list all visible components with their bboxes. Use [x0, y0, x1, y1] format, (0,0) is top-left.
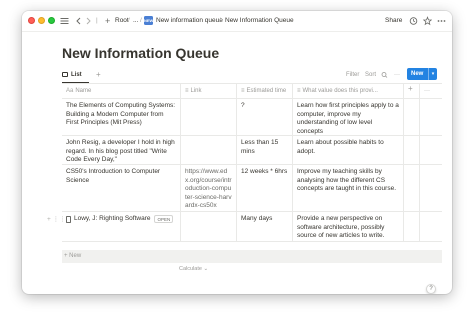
cell-empty [420, 99, 442, 135]
text-property-icon: ≡ [185, 88, 189, 94]
updates-clock-icon[interactable] [409, 15, 418, 27]
cell-empty [420, 165, 442, 211]
favorite-star-icon[interactable] [423, 15, 432, 27]
cell-name-text: Lowy, J: Righting Software [74, 215, 151, 222]
cell-empty [404, 165, 420, 211]
open-label: OPEN [157, 217, 171, 222]
more-view-options-icon[interactable]: ··· [394, 69, 400, 81]
tab-list-view[interactable]: List [62, 69, 82, 81]
table-row[interactable]: The Elements of Computing Systems: Build… [62, 99, 442, 136]
column-header-label: What value does this provi... [302, 88, 378, 94]
cell-name[interactable]: CS50's Introduction to Computer Science [62, 165, 181, 211]
cell-name[interactable]: The Elements of Computing Systems: Build… [62, 99, 181, 135]
column-header-name[interactable]: Aa Name [62, 84, 181, 98]
cell-value[interactable]: Learn about possible habits to adopt. [293, 136, 404, 164]
chevron-down-icon[interactable]: ▾ [428, 68, 437, 80]
database-table: Aa Name ≡ Link ≡ Estimated time ≡ What value… [47, 83, 442, 242]
new-item-label: New [411, 71, 424, 77]
cell-value[interactable]: Improve my teaching skills by analysing … [293, 165, 404, 211]
breadcrumb-separator: / [140, 17, 142, 24]
tab-list-label: List [71, 72, 82, 78]
cell-name[interactable]: Lowy, J: Righting Software OPEN [62, 212, 181, 241]
breadcrumb-ellipsis[interactable]: ... [133, 15, 138, 27]
column-header-estimated-time[interactable]: ≡ Estimated time [237, 84, 293, 98]
share-button[interactable]: Share [385, 15, 402, 27]
cell-empty [420, 136, 442, 164]
cell-empty [404, 212, 420, 241]
table-row[interactable]: CS50's Introduction to Computer Science … [62, 165, 442, 212]
cell-empty [404, 136, 420, 164]
text-property-icon: ≡ [297, 88, 301, 94]
breadcrumb-parent-page[interactable]: New information queue [156, 15, 223, 27]
table-header-row: Aa Name ≡ Link ≡ Estimated time ≡ What value… [62, 84, 442, 99]
cell-link[interactable] [181, 212, 237, 241]
page-title[interactable]: New Information Queue [62, 45, 219, 61]
sort-button[interactable]: Sort [365, 69, 376, 81]
divider-bar: | [96, 17, 98, 24]
breadcrumb-root[interactable]: Root [115, 15, 129, 27]
column-more-icon[interactable]: ··· [420, 84, 442, 98]
cell-link[interactable] [181, 136, 237, 164]
row-drag-handle[interactable]: + ⋮⋮ [47, 215, 66, 223]
cell-link[interactable]: https://www.edx.org/course/introduction-… [181, 165, 237, 211]
list-view-icon [62, 71, 68, 77]
document-icon [66, 216, 71, 223]
calculate-label: Calculate [179, 266, 202, 272]
cell-link[interactable] [181, 99, 237, 135]
text-property-icon: Aa [66, 88, 74, 94]
add-view-icon[interactable]: + [96, 69, 101, 81]
more-options-icon[interactable] [437, 15, 446, 27]
column-header-label: Name [75, 88, 92, 94]
cell-empty [404, 99, 420, 135]
view-bar: List + Filter Sort ··· New ▾ [62, 67, 437, 84]
table-row[interactable]: John Resig, a developer I hold in high r… [62, 136, 442, 165]
sidebar-toggle-icon[interactable] [60, 15, 69, 27]
app-window: | + Root / ... / NEW New information que… [22, 11, 452, 294]
forward-arrow-icon[interactable] [85, 15, 92, 27]
table-row[interactable]: + ⋮⋮ Lowy, J: Righting Software OPEN Man… [47, 212, 442, 242]
cell-estimated-time[interactable]: 12 weeks * 6hrs [237, 165, 293, 211]
maximize-window-button[interactable] [48, 17, 55, 24]
calculate-dropdown[interactable]: Calculate ⌄ [179, 266, 208, 272]
column-header-link[interactable]: ≡ Link [181, 84, 237, 98]
add-new-row-button[interactable]: + New [62, 250, 442, 263]
cell-value[interactable]: Provide a new perspective on software ar… [293, 212, 404, 241]
cell-estimated-time[interactable]: ? [237, 99, 293, 135]
add-page-icon[interactable]: + [105, 15, 110, 27]
text-property-icon: ≡ [241, 88, 245, 94]
cell-empty [420, 212, 442, 241]
top-bar: | + Root / ... / NEW New information que… [22, 11, 452, 32]
chevron-down-icon: ⌄ [203, 266, 209, 272]
add-column-icon[interactable]: + [404, 84, 420, 98]
column-header-value[interactable]: ≡ What value does this provi... [293, 84, 404, 98]
column-header-label: Estimated time [246, 88, 287, 94]
help-button[interactable]: ? [426, 284, 436, 294]
minimize-window-button[interactable] [38, 17, 45, 24]
new-row-label: New [69, 253, 82, 259]
close-window-button[interactable] [28, 17, 35, 24]
cell-estimated-time[interactable]: Many days [237, 212, 293, 241]
cell-name[interactable]: John Resig, a developer I hold in high r… [62, 136, 181, 164]
filter-button[interactable]: Filter [346, 69, 359, 81]
back-arrow-icon[interactable] [75, 15, 82, 27]
breadcrumb-separator: / [219, 17, 221, 24]
page-emoji-icon: NEW [144, 16, 154, 25]
new-item-button[interactable]: New ▾ [407, 68, 437, 80]
cell-value[interactable]: Learn how first principles apply to a co… [293, 99, 404, 135]
open-page-button[interactable]: OPEN [154, 215, 174, 223]
breadcrumb-current-page[interactable]: New Information Queue [225, 15, 294, 27]
breadcrumb-separator: / [128, 17, 130, 24]
column-header-label: Link [190, 88, 202, 94]
cell-estimated-time[interactable]: Less than 15 mins [237, 136, 293, 164]
